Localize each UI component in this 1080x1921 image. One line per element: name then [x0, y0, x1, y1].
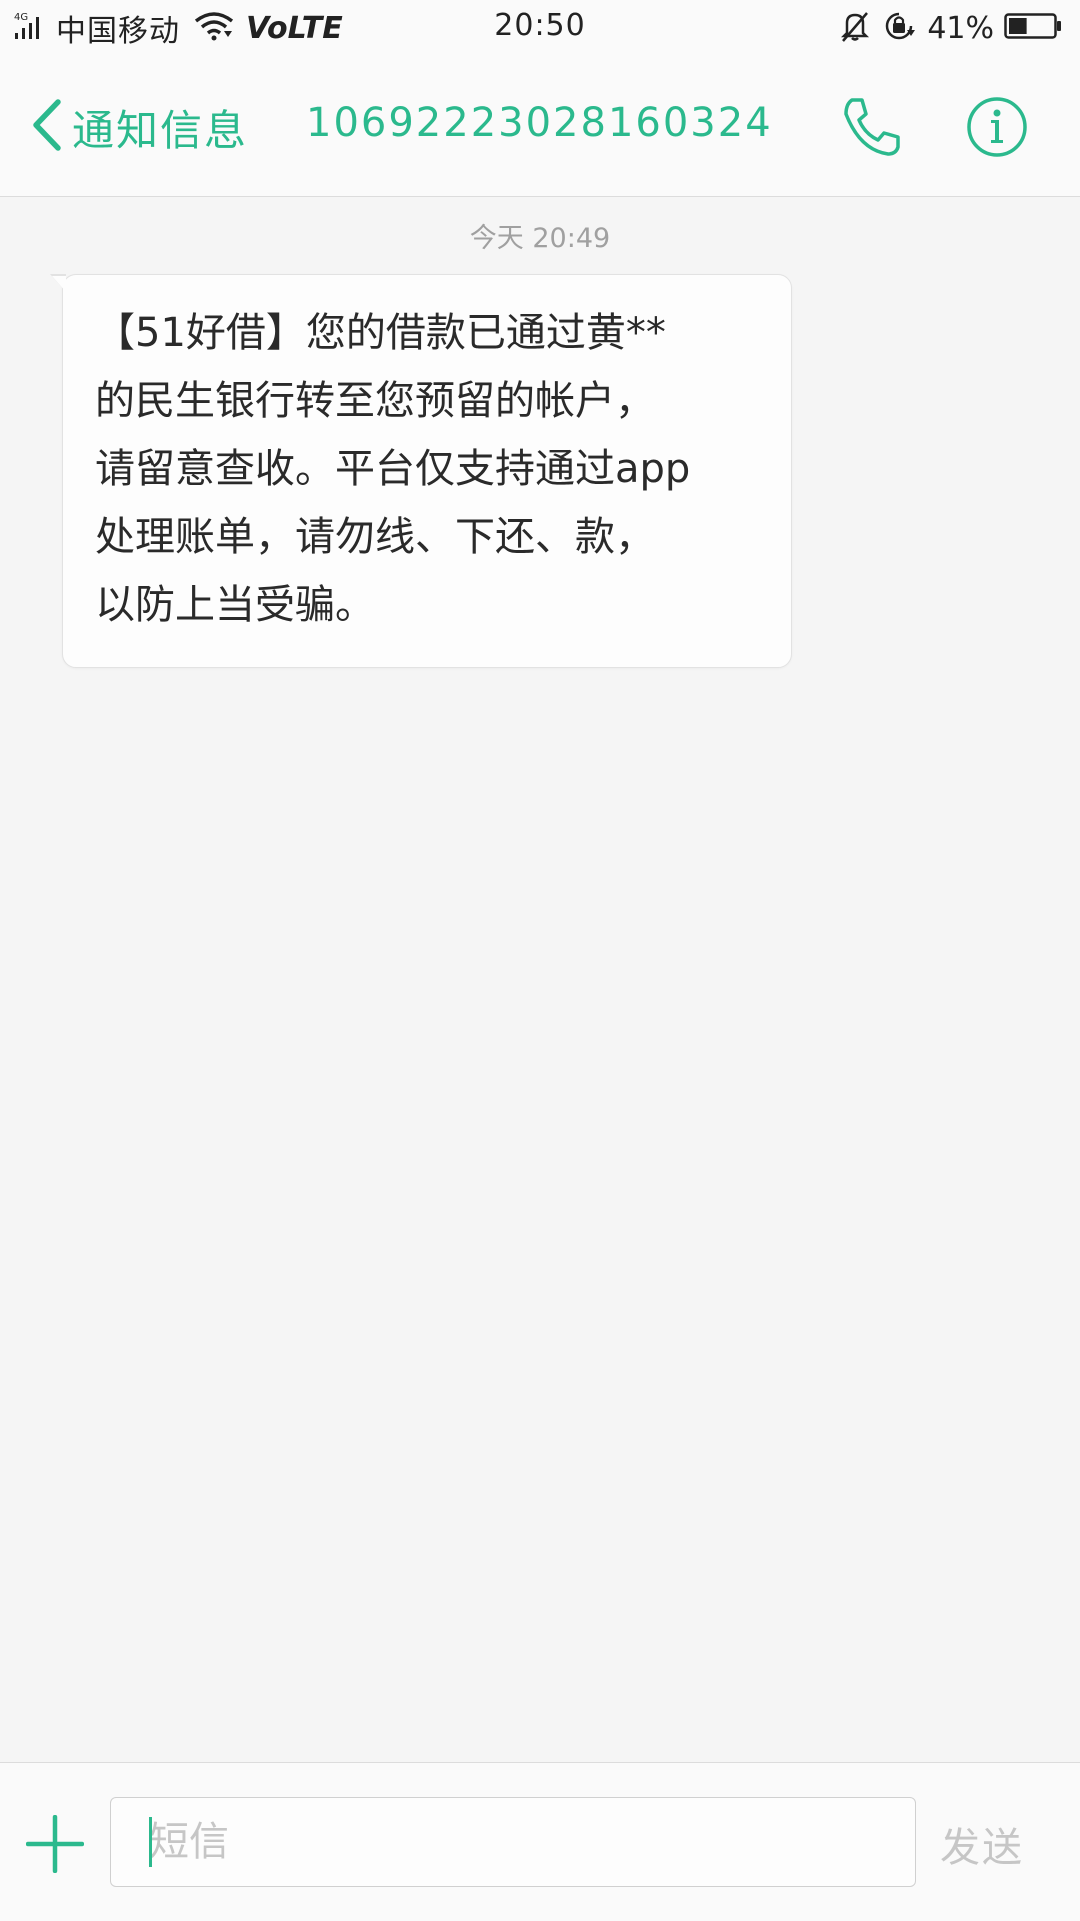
bubble-tail-inner — [52, 276, 66, 292]
info-button[interactable] — [966, 96, 1028, 158]
message-bubble[interactable]: 【51好借】您的借款已通过黄** 的民生银行转至您预留的帐户， 请留意查收。平台… — [62, 274, 792, 668]
text-caret — [149, 1817, 152, 1867]
message-line: 处理账单，请勿线、下还、款， — [95, 514, 655, 560]
sms-input[interactable] — [110, 1797, 916, 1887]
back-button[interactable]: 通知信息 — [30, 92, 248, 162]
phone-icon — [838, 98, 904, 164]
contact-number: 10692223028160324 — [306, 100, 773, 146]
battery-fill — [1009, 18, 1027, 34]
message-line: 的民生银行转至您预留的帐户， — [95, 378, 655, 424]
call-button[interactable] — [838, 94, 904, 160]
send-button[interactable]: 发送 — [940, 1815, 1060, 1871]
composer-bar: 发送 — [0, 1762, 1080, 1921]
back-label: 通知信息 — [72, 105, 249, 155]
rotation-lock-icon — [881, 8, 917, 48]
message-timestamp: 今天 20:49 — [469, 223, 611, 254]
status-right: 41% — [839, 8, 1062, 48]
status-bar: 4G 中国移动 VoLTE 20:50 41% — [0, 0, 1080, 56]
add-attachment-button[interactable] — [25, 1814, 85, 1874]
message-line: 以防上当受骗。 — [95, 582, 375, 628]
message-line: 【51好借】您的借款已通过黄** — [95, 310, 666, 356]
battery-icon — [1004, 12, 1062, 44]
chevron-left-icon — [30, 98, 64, 156]
info-icon — [966, 97, 1028, 162]
message-text: 【51好借】您的借款已通过黄** 的民生银行转至您预留的帐户， 请留意查收。平台… — [95, 299, 761, 639]
mute-bell-icon — [839, 9, 871, 47]
battery-percent: 41% — [927, 10, 994, 46]
message-line: 请留意查收。平台仅支持通过app — [95, 446, 691, 492]
conversation-header: 通知信息 10692223028160324 — [0, 56, 1080, 197]
plus-icon — [25, 1814, 85, 1877]
